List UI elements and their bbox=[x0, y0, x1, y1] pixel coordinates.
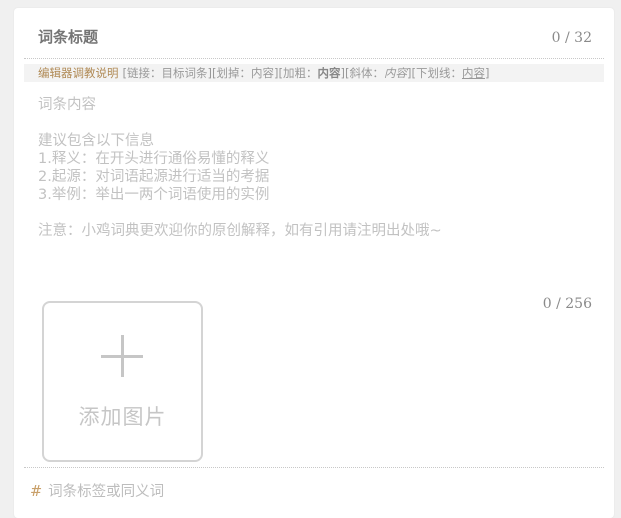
underline-syntax-open: [下划线： bbox=[411, 66, 463, 80]
italic-syntax-open: [斜体： bbox=[345, 66, 384, 80]
title-input[interactable] bbox=[38, 28, 498, 46]
content-placeholder-line: 建议包含以下信息 bbox=[38, 133, 154, 149]
italic-syntax-value: 内容 bbox=[384, 66, 407, 80]
content-placeholder-line: 1.释义：在开头进行通俗易懂的释义 bbox=[38, 151, 270, 167]
content-char-count: 0 / 256 bbox=[542, 296, 592, 312]
tags-divider bbox=[24, 467, 604, 468]
add-image-label: 添加图片 bbox=[78, 405, 167, 429]
tags-placeholder: 词条标签或同义词 bbox=[48, 484, 165, 500]
plus-icon bbox=[101, 335, 143, 377]
link-syntax-value: 目标词条 bbox=[161, 66, 208, 80]
bold-syntax-value: 内容 bbox=[317, 66, 341, 80]
content-placeholder-line bbox=[38, 114, 598, 132]
title-char-count: 0 / 32 bbox=[551, 30, 592, 46]
content-placeholder-line bbox=[38, 204, 598, 222]
strike-syntax-value: 内容 bbox=[251, 66, 274, 80]
content-textarea[interactable]: 词条内容 建议包含以下信息 1.释义：在开头进行通俗易懂的释义 2.起源：对词语… bbox=[38, 96, 598, 240]
bold-syntax-open: [加粗： bbox=[278, 66, 318, 80]
entry-editor-card: 0 / 32 编辑器调教说明[链接：目标词条][划掉：内容][加粗：内容][斜体… bbox=[14, 8, 614, 518]
tags-input[interactable]: # 词条标签或同义词 bbox=[30, 480, 164, 501]
editor-syntax-toolbar: 编辑器调教说明 [链接：目标词条][划掉：内容][加粗：内容][斜体：内容][下划… bbox=[24, 64, 604, 82]
strike-syntax-open: [划掉： bbox=[212, 66, 251, 80]
hash-icon: # bbox=[30, 484, 43, 500]
editor-help-link[interactable]: 编辑器调教说明 bbox=[38, 66, 119, 80]
underline-syntax-close: ] bbox=[485, 66, 490, 80]
content-placeholder-line: 2.起源：对词语起源进行适当的考据 bbox=[38, 169, 270, 185]
content-placeholder-line: 词条内容 bbox=[38, 97, 96, 113]
content-placeholder-line: 3.举例：举出一两个词语使用的实例 bbox=[38, 187, 270, 203]
content-placeholder-line: 注意：小鸡词典更欢迎你的原创解释，如有引用请注明出处哦~ bbox=[38, 223, 442, 239]
title-divider bbox=[24, 58, 604, 59]
link-syntax-open: [链接： bbox=[122, 66, 162, 80]
underline-syntax-value: 内容 bbox=[462, 66, 485, 80]
add-image-button[interactable]: 添加图片 bbox=[42, 301, 203, 462]
title-row: 0 / 32 bbox=[14, 8, 614, 60]
